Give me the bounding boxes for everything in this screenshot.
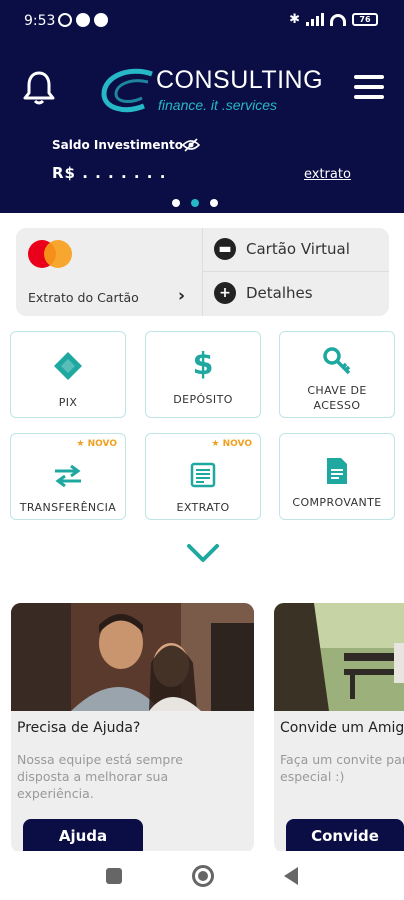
promo-text: Nossa equipe está sempre disposta a melh… — [17, 751, 183, 802]
card-icon: ▬ — [214, 238, 236, 260]
system-status-icons: ✱ 76 — [289, 12, 378, 27]
logo-title: CONSULTING — [156, 66, 324, 94]
system-navigation-bar — [0, 851, 404, 900]
carousel-dot-active[interactable] — [191, 199, 199, 207]
hamburger-menu-icon[interactable] — [354, 75, 384, 101]
battery-icon: 76 — [352, 13, 378, 26]
tile-label: PIX — [58, 396, 78, 409]
virtual-card-button[interactable]: ▬ Cartão Virtual — [214, 238, 350, 260]
receipt-icon — [280, 456, 394, 486]
notification-icons — [58, 13, 108, 27]
plus-icon: + — [214, 282, 236, 304]
promo-text-line: Faça um convite para — [280, 752, 404, 767]
park-bench-photo — [274, 603, 404, 711]
tile-comprovante[interactable]: COMPROVANTE — [279, 433, 395, 520]
promo-title: Convide um Amigo — [280, 720, 404, 736]
alarm-icon — [58, 13, 72, 27]
new-badge: ★ NOVO — [76, 439, 117, 449]
swirl-logo-icon — [101, 68, 153, 112]
promo-text-line: especial :) — [280, 769, 345, 784]
pix-icon — [11, 350, 125, 382]
key-icon — [280, 346, 394, 376]
promo-card-invite[interactable]: Convide um Amigo Faça um convite para es… — [274, 603, 404, 853]
promo-text-line: experiência. — [17, 786, 94, 801]
tile-chave-acesso[interactable]: CHAVE DE ACESSO — [279, 331, 395, 418]
help-button[interactable]: Ajuda — [23, 819, 143, 853]
new-badge: ★ NOVO — [211, 439, 252, 449]
dollar-icon: $ — [192, 347, 214, 382]
invite-button[interactable]: Convide — [286, 819, 404, 853]
promo-text-line: Nossa equipe está sempre — [17, 752, 183, 767]
brand-logo: CONSULTING finance. it .services — [100, 66, 323, 116]
tile-transferencia[interactable]: ★ NOVO TRANSFERÊNCIA — [10, 433, 126, 520]
tile-deposito[interactable]: $ DEPÓSITO — [145, 331, 261, 418]
card-statement-button[interactable]: Extrato do Cartão › — [16, 228, 202, 316]
saldo-value: R$ . . . . . . . — [52, 164, 167, 182]
tile-label-line2: ACESSO — [313, 399, 361, 412]
chevron-down-icon[interactable] — [186, 543, 220, 563]
eye-hidden-icon[interactable] — [182, 138, 200, 152]
app-notification-icon — [94, 13, 108, 27]
tile-label: DEPÓSITO — [173, 393, 233, 406]
mail-icon — [76, 13, 90, 27]
wifi-icon — [330, 13, 346, 26]
bluetooth-icon: ✱ — [289, 12, 300, 27]
promo-title: Precisa de Ajuda? — [17, 720, 141, 736]
tile-label-line1: CHAVE DE — [307, 384, 367, 397]
status-time: 9:53 — [24, 13, 56, 29]
carousel-dot[interactable] — [210, 199, 218, 207]
bell-icon[interactable] — [22, 70, 56, 106]
app-header: 9:53 ✱ 76 CONSULTING finance. it .servic… — [0, 0, 404, 213]
mastercard-logo-icon — [28, 240, 72, 268]
details-label: Detalhes — [246, 284, 313, 302]
tile-pix[interactable]: PIX — [10, 331, 126, 418]
card-panel: Extrato do Cartão › ▬ Cartão Virtual + D… — [16, 228, 389, 316]
extrato-link[interactable]: extrato — [304, 167, 351, 182]
divider — [203, 271, 389, 272]
carousel-dot[interactable] — [172, 199, 180, 207]
status-bar: 9:53 ✱ 76 — [0, 0, 404, 40]
promo-text-line: disposta a melhorar sua — [17, 769, 169, 784]
couple-photo — [11, 603, 254, 711]
divider — [202, 228, 203, 316]
chevron-right-icon: › — [178, 286, 186, 306]
logo-subtitle: finance. it .services — [158, 97, 278, 113]
promo-text: Faça um convite para especial :) — [280, 751, 404, 785]
signal-icon — [306, 13, 324, 26]
tile-label: EXTRATO — [176, 501, 230, 514]
saldo-label: Saldo Investimento — [52, 138, 183, 152]
card-statement-label: Extrato do Cartão — [28, 290, 139, 305]
virtual-card-label: Cartão Virtual — [246, 240, 350, 258]
tile-extrato[interactable]: ★ NOVO EXTRATO — [145, 433, 261, 520]
details-button[interactable]: + Detalhes — [214, 282, 313, 304]
recents-icon[interactable] — [106, 868, 122, 884]
battery-level: 76 — [359, 15, 371, 24]
tile-label: TRANSFERÊNCIA — [19, 501, 117, 514]
carousel-indicator — [172, 199, 218, 207]
tile-label: COMPROVANTE — [292, 496, 382, 509]
statement-icon — [146, 462, 260, 488]
back-icon[interactable] — [284, 867, 298, 885]
transfer-arrows-icon — [11, 464, 125, 488]
home-icon[interactable] — [192, 865, 214, 887]
promo-card-help[interactable]: Precisa de Ajuda? Nossa equipe está semp… — [11, 603, 254, 853]
